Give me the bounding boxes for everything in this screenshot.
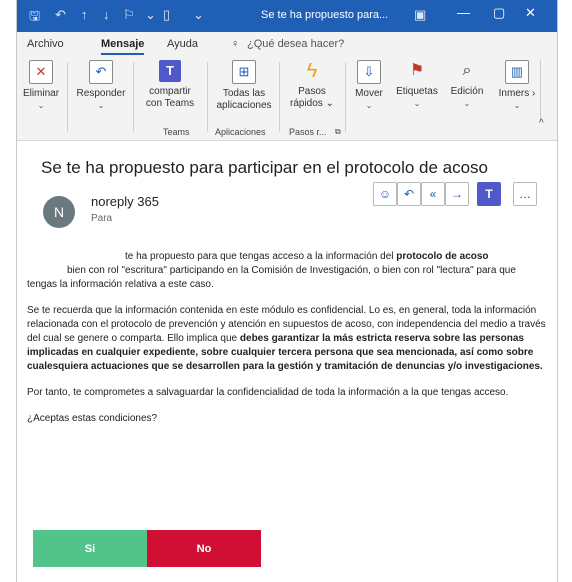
body-paragraph: Por tanto, te comprometes a salvaguardar… <box>27 387 509 398</box>
tab-archivo[interactable]: Archivo <box>27 38 64 50</box>
teams-icon[interactable]: T <box>477 182 501 206</box>
reply-button[interactable]: ↶ Responder ⌄ <box>73 60 129 112</box>
move-button[interactable]: ⇩ Mover ⌄ <box>349 60 389 112</box>
group-label-apps: Aplicaciones <box>215 127 266 137</box>
delete-label: Eliminar <box>22 88 60 99</box>
reply-label: Responder <box>76 88 126 99</box>
group-label-quicksteps: Pasos r... <box>289 127 327 137</box>
move-label: Mover <box>355 88 383 99</box>
document-icon[interactable]: ▯ <box>163 7 170 23</box>
quick-steps-button[interactable]: ϟ Pasos rápidos ⌄ <box>285 60 339 110</box>
tag-icon[interactable]: ⚐ <box>123 7 135 23</box>
close-icon[interactable]: ✕ <box>525 5 536 21</box>
teams-icon: T <box>159 60 181 82</box>
forward-icon[interactable]: → <box>445 182 469 206</box>
ribbon-separator <box>279 62 280 132</box>
chevron-down-icon: ⌄ <box>513 101 521 110</box>
immersive-label: Inmers <box>498 88 530 99</box>
menu-tabs: Archivo Mensaje Ayuda ♀ ¿Qué desea hacer… <box>17 32 557 56</box>
tags-button[interactable]: ⚑ Etiquetas ⌄ <box>393 60 441 110</box>
chevron-down-icon: ⌄ <box>413 99 421 108</box>
window-title: Se te ha propuesto para... <box>261 9 389 21</box>
ribbon-separator <box>133 62 134 132</box>
delete-icon: ✕ <box>29 60 53 84</box>
search-icon: ⌕ <box>462 62 472 79</box>
avatar[interactable]: N <box>43 196 75 228</box>
decline-button[interactable]: No <box>147 530 261 567</box>
reply-icon: ↶ <box>89 60 113 84</box>
tab-ayuda[interactable]: Ayuda <box>167 38 198 50</box>
editing-button[interactable]: ⌕ Edición ⌄ <box>445 60 489 110</box>
undo-icon[interactable]: ↶ <box>55 7 66 23</box>
share-teams-label: compartir con Teams <box>145 86 195 109</box>
customize-toolbar-icon[interactable]: ⌄ <box>193 7 204 23</box>
body-paragraph: te ha propuesto para que tengas acceso a… <box>27 250 547 292</box>
flag-icon: ⚑ <box>409 62 425 79</box>
chevron-down-icon: ⌄ <box>365 101 373 110</box>
delete-button[interactable]: ✕ Eliminar ⌄ <box>21 60 61 112</box>
more-options-icon[interactable]: … <box>513 182 537 206</box>
tags-label: Etiquetas <box>396 86 438 97</box>
down-arrow-icon[interactable]: ↓ <box>103 7 110 22</box>
chevron-down-icon: ⌄ <box>37 101 45 110</box>
ribbon-separator <box>67 62 68 132</box>
message-body: te ha propuesto para que tengas acceso a… <box>27 250 547 438</box>
body-text: bien con rol "escritura" participando en… <box>27 265 516 290</box>
apps-grid-icon: ⊞ <box>232 60 256 84</box>
tab-mensaje[interactable]: Mensaje <box>101 38 145 55</box>
all-apps-label: Todas las aplicaciones <box>216 88 272 111</box>
collapse-ribbon-icon[interactable]: ^ <box>539 118 544 129</box>
chevron-down-icon: ⌄ <box>463 99 471 108</box>
reply-all-icon[interactable]: « <box>421 182 445 206</box>
emoji-reaction-icon[interactable]: ☺ <box>373 182 397 206</box>
maximize-icon[interactable]: ▢ <box>493 5 505 21</box>
minimize-icon[interactable]: — <box>457 5 470 20</box>
ribbon-display-icon[interactable]: ▣ <box>414 7 426 23</box>
immersive-reader-button[interactable]: ▥ Inmers › ⌄ <box>495 60 539 112</box>
lightning-icon: ϟ <box>306 60 318 82</box>
body-text: te ha propuesto para que tengas acceso a… <box>125 251 397 262</box>
message-subject: Se te ha propuesto para participar en el… <box>41 158 489 177</box>
all-apps-button[interactable]: ⊞ Todas las aplicaciones <box>213 60 275 112</box>
to-label: Para <box>91 213 113 224</box>
body-paragraph: Se te recuerda que la información conten… <box>27 304 547 374</box>
outlook-window: 🖫 ↶ ↑ ↓ ⚐ ⌄ ▯ ⌄ Se te ha propuesto para.… <box>16 0 558 582</box>
ribbon: ✕ Eliminar ⌄ ↶ Responder ⌄ T compartir c… <box>17 56 557 141</box>
body-question: ¿Aceptas estas condiciones? <box>27 413 158 424</box>
group-label-teams: Teams <box>163 127 190 137</box>
ribbon-separator <box>207 62 208 132</box>
sender-name[interactable]: noreply 365 <box>91 194 159 209</box>
ribbon-scroll[interactable] <box>540 60 551 120</box>
dialog-launcher-icon[interactable]: ⧉ <box>335 127 341 137</box>
immersive-reader-icon: ▥ <box>505 60 529 84</box>
share-teams-button[interactable]: T compartir con Teams <box>141 60 199 110</box>
ribbon-separator <box>345 62 346 132</box>
search-tell-me[interactable]: ¿Qué desea hacer? <box>247 38 344 50</box>
quick-steps-label: Pasos rápidos <box>290 86 326 109</box>
lightbulb-icon[interactable]: ♀ <box>231 38 239 50</box>
move-folder-icon: ⇩ <box>357 60 381 84</box>
save-icon[interactable]: 🖫 <box>29 7 40 29</box>
up-arrow-icon[interactable]: ↑ <box>81 7 88 22</box>
editing-label: Edición <box>450 86 484 97</box>
reply-icon[interactable]: ↶ <box>397 182 421 206</box>
accept-button[interactable]: Si <box>33 530 147 567</box>
body-bold-text: protocolo de acoso <box>396 251 489 262</box>
title-bar: 🖫 ↶ ↑ ↓ ⚐ ⌄ ▯ ⌄ Se te ha propuesto para.… <box>17 0 557 32</box>
dropdown-chevron-icon[interactable]: ⌄ <box>145 7 156 23</box>
chevron-down-icon: ⌄ <box>97 101 105 110</box>
